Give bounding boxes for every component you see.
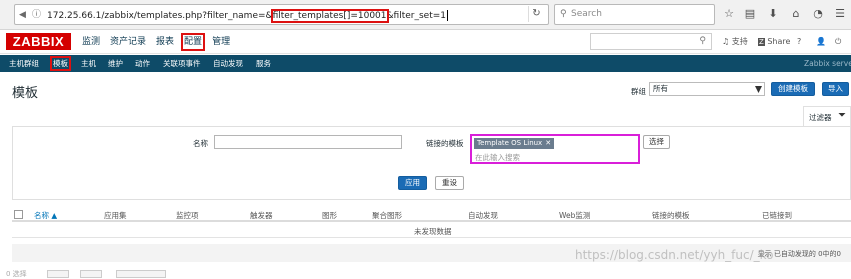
create-template-button[interactable]: 创建模板 [771, 82, 815, 96]
select-all-checkbox[interactable] [14, 210, 23, 219]
submenu-maintenance[interactable]: 维护 [108, 59, 123, 68]
group-select[interactable]: 所有 [649, 82, 765, 96]
col-name[interactable]: 名称 ▲ [34, 210, 57, 221]
group-select-value: 所有 [653, 84, 668, 93]
server-name: Zabbix serve [804, 59, 851, 68]
menu-configuration[interactable]: 配置 [181, 33, 206, 51]
info-icon[interactable]: ⓘ [32, 9, 41, 21]
templates-table: 名称 ▲ 应用集 监控项 触发器 图形 聚合图形 自动发现 Web监测 链接的模… [12, 206, 851, 238]
share-link[interactable]: Z Share [758, 36, 790, 48]
pocket-icon[interactable]: ◔ [811, 7, 825, 21]
col-linked-templates: 链接的模板 [652, 211, 690, 220]
col-linked-to: 已链接到 [762, 211, 792, 220]
menu-reports[interactable]: 报表 [156, 36, 174, 48]
col-applications[interactable]: 应用集 [104, 210, 127, 221]
group-label: 群组 [631, 87, 646, 96]
menu-inventory[interactable]: 资产记录 [110, 36, 146, 48]
name-label: 名称 [193, 139, 208, 148]
main-menu: 监测 资产记录 报表 配置 管理 [82, 33, 240, 51]
support-link[interactable]: ♫ 支持 [722, 36, 748, 48]
col-screens[interactable]: 聚合图形 [372, 210, 402, 221]
text-caret [447, 10, 448, 21]
sub-menu: 主机群组 模板 主机 维护 动作 关联项事件 自动发现 服务 Zabbix se… [0, 55, 851, 72]
logout-icon[interactable]: ⏻ [835, 36, 841, 48]
template-tag-label: Template OS Linux [477, 139, 543, 147]
watermark-text: https://blog.csdn.net/yyh_fuc/_ko [575, 248, 774, 262]
search-icon: ⚲ [560, 9, 567, 19]
filter-tab-label: 过滤器 [809, 113, 832, 122]
user-icon[interactable]: 👤 [816, 36, 826, 48]
submenu-correlation[interactable]: 关联项事件 [163, 59, 201, 68]
reload-icon[interactable]: ↻ [528, 6, 544, 22]
submenu-host-groups[interactable]: 主机群组 [9, 59, 39, 68]
download-icon[interactable]: ⬇ [766, 7, 780, 21]
zabbix-header: ZABBIX 监测 资产记录 报表 配置 管理 ⚲ ♫ 支持 Z Share ?… [0, 30, 851, 54]
reset-button[interactable]: 重设 [435, 176, 464, 190]
selected-count: 0 选择 [6, 270, 27, 278]
headset-icon: ♫ [722, 37, 730, 46]
submenu-hosts[interactable]: 主机 [81, 59, 96, 68]
col-discovery[interactable]: 自动发现 [468, 210, 498, 221]
col-web[interactable]: Web监测 [559, 210, 590, 221]
support-label: 支持 [731, 37, 748, 46]
zabbix-logo[interactable]: ZABBIX [6, 33, 71, 50]
back-icon[interactable]: ◀ [19, 9, 26, 21]
linked-templates-label: 链接的模板 [426, 139, 464, 148]
submenu-actions[interactable]: 动作 [135, 59, 150, 68]
template-tag: Template OS Linux ✕ [474, 138, 555, 149]
col-graphs[interactable]: 图形 [322, 210, 337, 221]
submenu-services[interactable]: 服务 [256, 59, 271, 68]
table-header: 名称 ▲ 应用集 监控项 触发器 图形 聚合图形 自动发现 Web监测 链接的模… [12, 206, 851, 222]
browser-toolbar: ◀ ⓘ 172.25.66.1/zabbix/templates.php?fil… [0, 0, 851, 30]
submenu-templates[interactable]: 模板 [50, 56, 71, 71]
search-icon: ⚲ [699, 36, 706, 46]
browser-search[interactable]: ⚲ Search [554, 4, 715, 25]
multiselect-placeholder: 在此输入搜索 [475, 153, 520, 162]
zabbix-search-input[interactable]: ⚲ [590, 33, 712, 50]
url-text[interactable]: 172.25.66.1/zabbix/templates.php?filter_… [47, 9, 448, 23]
filter-icon: ⏷ [838, 110, 846, 121]
filter-tab[interactable]: 过滤器 ⏷ [803, 106, 851, 127]
import-button[interactable]: 导入 [822, 82, 849, 96]
menu-administration[interactable]: 管理 [212, 36, 230, 48]
reader-icon[interactable]: ▤ [743, 7, 757, 21]
url-highlight: filter_templates[]=10001 [270, 9, 389, 23]
share-icon: Z [758, 38, 765, 46]
select-button[interactable]: 选择 [643, 135, 670, 149]
apply-button[interactable]: 应用 [398, 176, 427, 190]
star-icon[interactable]: ☆ [722, 7, 736, 21]
help-icon[interactable]: ? [797, 36, 801, 48]
col-triggers[interactable]: 触发器 [250, 210, 273, 221]
no-data-text: 未发现数据 [414, 227, 452, 236]
menu-icon[interactable]: ☰ [833, 7, 847, 21]
name-input[interactable] [214, 135, 402, 149]
search-placeholder: Search [571, 9, 602, 19]
url-prefix: 172.25.66.1/zabbix/templates.php?filter_… [47, 11, 273, 21]
linked-templates-multiselect[interactable]: Template OS Linux ✕ 在此输入搜索 [470, 134, 640, 164]
menu-monitoring[interactable]: 监测 [82, 36, 100, 48]
home-icon[interactable]: ⌂ [789, 7, 803, 21]
url-suffix: &filter_set=1 [386, 11, 446, 21]
submenu-discovery[interactable]: 自动发现 [213, 59, 243, 68]
url-bar[interactable]: ◀ ⓘ 172.25.66.1/zabbix/templates.php?fil… [14, 4, 549, 25]
empty-row: 未发现数据 [12, 222, 851, 238]
col-items[interactable]: 监控项 [176, 210, 199, 221]
page-title: 模板 [12, 86, 39, 101]
share-label: Share [767, 37, 791, 46]
chevron-down-icon [755, 86, 762, 93]
remove-tag-icon[interactable]: ✕ [545, 139, 551, 147]
